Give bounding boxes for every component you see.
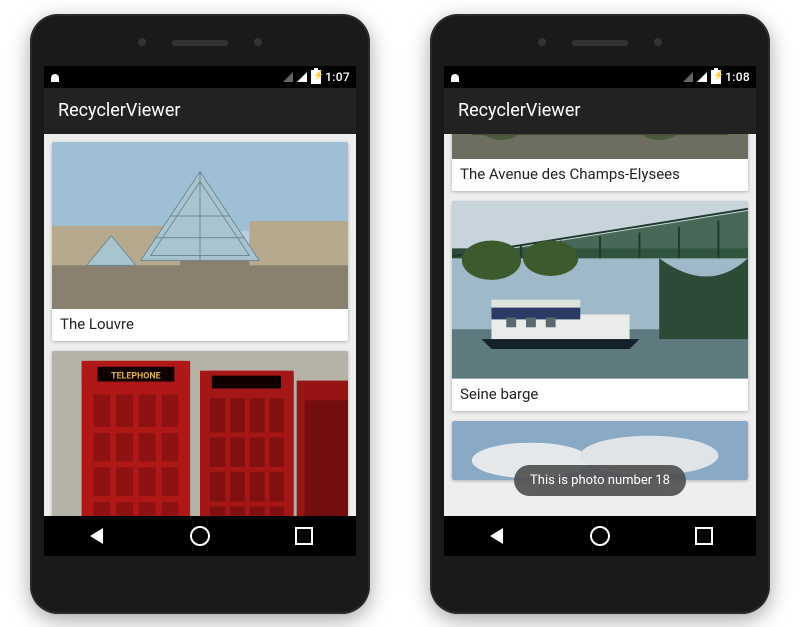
signal-icon [297,72,307,82]
photo-caption: The Avenue des Champs-Elysees [452,159,748,191]
screen: ⚡ 1:07 RecyclerViewer [44,66,356,556]
recycler-list[interactable]: The Louvre TELEPHONE [44,134,356,516]
svg-text:TELEPHONE: TELEPHONE [111,372,161,382]
home-icon [190,526,210,546]
home-icon [590,526,610,546]
clock: 1:08 [725,70,750,84]
photo-champs-elysees [452,134,748,160]
app-bar: RecyclerViewer [44,88,356,134]
navigation-bar [444,516,756,556]
phone-device: ⚡ 1:08 RecyclerViewer [430,14,770,614]
battery-charging-icon: ⚡ [711,70,721,84]
recents-icon [295,527,313,545]
app-bar: RecyclerViewer [444,88,756,134]
app-title: RecyclerViewer [58,100,180,121]
debug-icon [450,72,460,82]
list-item[interactable]: The Avenue des Champs-Elysees [452,134,748,192]
photo-caption: Seine barge [452,379,748,411]
battery-charging-icon: ⚡ [311,70,321,84]
phone-speaker [172,40,228,46]
toast-message: This is photo number 18 [514,465,686,496]
phone-speaker [572,40,628,46]
photo-seine-barge [452,201,748,379]
back-icon [90,528,103,544]
debug-icon [50,72,60,82]
back-button[interactable] [468,522,524,550]
phone-device: ⚡ 1:07 RecyclerViewer [30,14,370,614]
list-item[interactable]: TELEPHONE [52,351,348,515]
recents-icon [695,527,713,545]
phone-camera [254,38,262,46]
signal-empty-icon [283,72,293,82]
status-bar: ⚡ 1:07 [44,66,356,88]
navigation-bar [44,516,356,556]
app-title: RecyclerViewer [458,100,580,121]
signal-empty-icon [683,72,693,82]
screen: ⚡ 1:08 RecyclerViewer [444,66,756,556]
signal-icon [697,72,707,82]
phone-camera [654,38,662,46]
phone-sensor [138,38,146,46]
home-button[interactable] [172,522,228,550]
list-item[interactable]: Seine barge [452,201,748,411]
recents-button[interactable] [676,522,732,550]
recents-button[interactable] [276,522,332,550]
photo-louvre [52,142,348,310]
photo-caption: The Louvre [52,309,348,341]
list-item[interactable]: The Louvre [52,142,348,342]
back-icon [490,528,503,544]
status-bar: ⚡ 1:08 [444,66,756,88]
back-button[interactable] [68,522,124,550]
phone-sensor [538,38,546,46]
clock: 1:07 [325,70,350,84]
photo-phonebooths: TELEPHONE [52,351,348,515]
home-button[interactable] [572,522,628,550]
recycler-list[interactable]: The Avenue des Champs-Elysees [444,134,756,516]
